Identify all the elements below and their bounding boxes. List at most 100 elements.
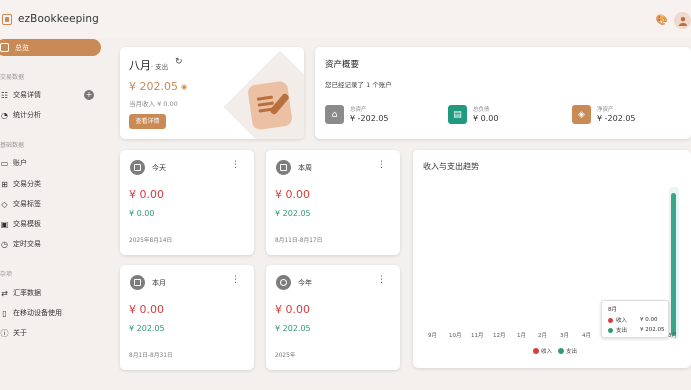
summary-income: ¥ 202.05	[129, 324, 165, 333]
tooltip-row-name: 收入	[616, 318, 628, 324]
more-options-icon[interactable]: ⋮	[231, 161, 240, 170]
sidebar-item-mobile[interactable]: ▯ 在移动设备使用	[0, 306, 100, 320]
theme-palette-icon[interactable]: 🎨	[655, 13, 669, 27]
user-avatar-button[interactable]	[674, 12, 691, 29]
summary-date: 8月11日-8月17日	[275, 238, 323, 244]
x-tick-label: 2月	[538, 333, 547, 339]
x-tick-label: 10月	[449, 333, 462, 339]
tooltip-month: 8月	[608, 307, 617, 313]
mobile-icon: ▯	[2, 308, 7, 318]
section-label-misc: 杂项	[0, 271, 13, 278]
sidebar-item-label: 交易详情	[13, 91, 41, 99]
sidebar-item-label: 统计分析	[13, 111, 41, 119]
sidebar-item-label: 交易标签	[13, 200, 41, 208]
chart-bar-august[interactable]	[671, 193, 676, 336]
chart-tooltip: 8月 收入 ¥ 0.00 支出 ¥ 202.05	[601, 300, 669, 338]
asset-summary-card: 资产概要 您已经记录了 1 个账户 ⌂ 总资产 ¥ -202.05 ▤ 总负债 …	[315, 47, 691, 139]
metric-value: ¥ 0.00	[473, 114, 499, 123]
exchange-icon: ⇄	[1, 288, 8, 298]
chart-icon: ◔	[1, 110, 8, 120]
month-summary-card: 本月 ⋮ ¥ 0.00 ¥ 202.05 8月1日-8月31日	[120, 265, 254, 370]
summary-income: ¥ 0.00	[129, 209, 155, 218]
bank-icon: ⌂	[325, 105, 344, 124]
sidebar-item-overview[interactable]: 总览	[0, 39, 101, 56]
summary-expense: ¥ 0.00	[129, 188, 164, 201]
calendar-today-icon	[130, 160, 145, 175]
summary-date: 8月1日-8月31日	[129, 353, 173, 359]
sidebar: 总览 交易数据 ☷ 交易详情 + ◔ 统计分析 基础数据 ▭ 账户 ⊞ 交易分类…	[0, 38, 106, 390]
section-label-basic: 基础数据	[0, 142, 25, 149]
metric-label: 总资产	[350, 107, 367, 113]
summary-expense: ¥ 0.00	[129, 303, 164, 316]
legend-dot-icon	[608, 317, 613, 323]
metric-label: 总负债	[473, 107, 490, 113]
summary-card-title: 今年	[298, 279, 312, 287]
more-options-icon[interactable]: ⋮	[377, 161, 386, 170]
summary-card-title: 本周	[298, 164, 312, 172]
summary-expense: ¥ 0.00	[275, 303, 310, 316]
summary-date: 2025年	[275, 353, 296, 359]
account-count-text: 您已经记录了 1 个账户	[325, 81, 392, 89]
legend-expense-dot-icon	[558, 348, 565, 354]
tag-icon: ◇	[1, 199, 8, 209]
tooltip-row-value: ¥ 202.05	[640, 327, 665, 333]
refresh-icon[interactable]: ↻	[175, 57, 183, 67]
tooltip-row-income: 收入 ¥ 0.00	[608, 316, 668, 324]
top-bar: ezBookkeeping 🎨	[0, 0, 691, 38]
month-income-text: 当月收入 ¥ 0.00	[129, 100, 178, 108]
sidebar-item-label: 交易分类	[13, 180, 41, 188]
sidebar-item-accounts[interactable]: ▭ 账户	[0, 156, 100, 170]
trend-title: 收入与支出趋势	[423, 162, 479, 171]
more-options-icon[interactable]: ⋮	[377, 276, 386, 285]
month-subtitle: · 支出	[151, 63, 169, 71]
sidebar-item-label: 账户	[13, 159, 27, 167]
card-icon: ▤	[448, 105, 467, 124]
category-icon: ⊞	[1, 179, 8, 189]
hide-amount-icon[interactable]: ◉	[181, 83, 187, 91]
calendar-month-icon	[130, 275, 145, 290]
x-tick-label: 8月	[668, 333, 677, 339]
today-summary-card: 今天 ⋮ ¥ 0.00 ¥ 0.00 2025年8月14日	[120, 150, 254, 255]
sidebar-item-exchange-rates[interactable]: ⇄ 汇率数据	[0, 286, 100, 300]
summary-income: ¥ 202.05	[275, 209, 311, 218]
more-options-icon[interactable]: ⋮	[231, 276, 240, 285]
legend-income-label[interactable]: 收入	[541, 347, 552, 355]
legend-income-dot-icon	[533, 348, 539, 354]
legend-expense-label[interactable]: 支出	[566, 347, 577, 355]
sidebar-item-templates[interactable]: ▣ 交易模板	[0, 217, 100, 231]
sidebar-item-categories[interactable]: ⊞ 交易分类	[0, 177, 100, 191]
user-icon	[678, 16, 687, 26]
summary-card-title: 本月	[152, 279, 166, 287]
metric-value: ¥ -202.05	[350, 114, 389, 123]
sidebar-item-label: 总览	[15, 43, 29, 52]
layers-icon	[276, 275, 291, 290]
add-transaction-button[interactable]: +	[84, 90, 94, 100]
view-details-button[interactable]: 查看详情	[129, 114, 166, 129]
sidebar-item-statistics[interactable]: ◔ 统计分析	[0, 108, 100, 122]
sidebar-item-tags[interactable]: ◇ 交易标签	[0, 197, 100, 211]
app-logo-icon	[2, 14, 12, 25]
sidebar-item-about[interactable]: ⓘ 关于	[0, 326, 100, 340]
template-icon: ▣	[0, 219, 9, 229]
sidebar-item-scheduled[interactable]: ◷ 定时交易	[0, 237, 100, 251]
x-tick-label: 11月	[471, 333, 484, 339]
month-title: 八月· 支出	[129, 57, 168, 73]
chart-legend: 收入 支出	[533, 347, 577, 355]
card-icon: ▭	[0, 158, 9, 168]
sidebar-item-label: 定时交易	[13, 240, 41, 248]
wallet-icon: ◈	[572, 105, 591, 124]
app-title: ezBookkeeping	[18, 13, 99, 25]
summary-income: ¥ 202.05	[275, 324, 311, 333]
list-icon: ☷	[0, 90, 9, 100]
section-label-transactions: 交易数据	[0, 74, 25, 81]
home-icon	[0, 43, 9, 52]
sidebar-item-label: 交易模板	[13, 220, 41, 228]
income-expense-trend-card: 收入与支出趋势 9月 10月 11月 12月 1月 2月 3月 4月 8月 8月…	[413, 150, 691, 368]
sidebar-item-label: 在移动设备使用	[13, 309, 62, 317]
tooltip-row-value: ¥ 0.00	[640, 317, 658, 323]
summary-date: 2025年8月14日	[129, 238, 173, 244]
x-tick-label: 4月	[582, 333, 591, 339]
metric-label: 净资产	[597, 107, 614, 113]
calendar-week-icon	[276, 160, 291, 175]
legend-dot-icon	[608, 327, 613, 333]
